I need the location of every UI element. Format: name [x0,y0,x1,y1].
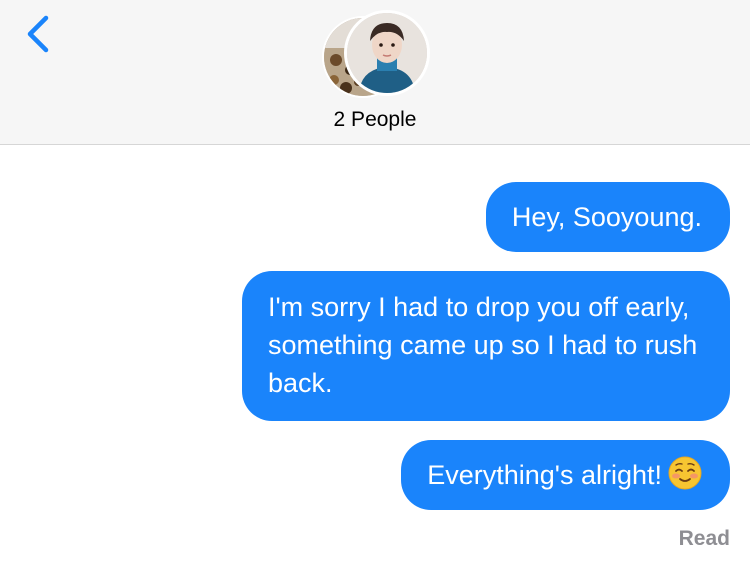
message-bubble-outgoing[interactable]: Everything's alright! [401,440,730,510]
back-button[interactable] [22,14,58,54]
message-text: Hey, Sooyoung. [511,202,702,232]
avatar-primary [344,10,430,96]
conversation-title[interactable]: 2 People [0,108,750,132]
message-text: I'm sorry I had to drop you off early, s… [268,292,698,398]
conversation-header: 2 People [0,0,750,145]
chevron-left-icon [27,15,49,53]
message-bubble-outgoing[interactable]: I'm sorry I had to drop you off early, s… [242,271,730,421]
read-receipt: Read [678,527,730,550]
group-avatar[interactable] [322,10,432,98]
message-bubble-outgoing[interactable]: Hey, Sooyoung. [485,182,730,252]
message-text: Everything's alright! [427,460,662,490]
smiling-face-icon [668,456,702,490]
